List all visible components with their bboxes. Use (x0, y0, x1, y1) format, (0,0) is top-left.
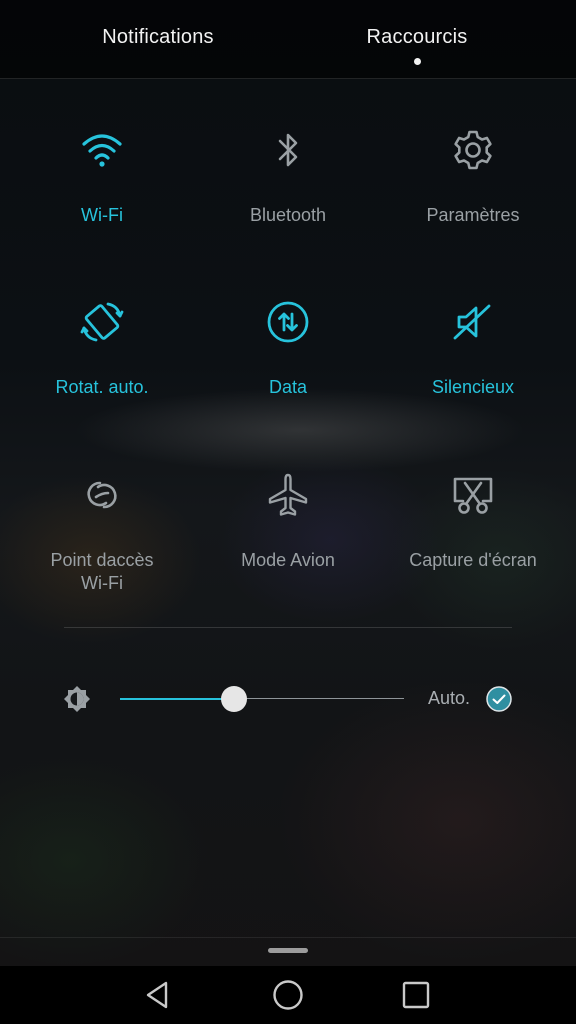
tab-shortcuts[interactable]: Raccourcis (317, 26, 517, 49)
tile-data[interactable]: Data (193, 298, 383, 399)
tile-bluetooth[interactable]: Bluetooth (193, 126, 383, 227)
wifi-icon (82, 134, 122, 167)
tile-silent[interactable]: Silencieux (378, 298, 568, 399)
tile-label: Bluetooth (249, 205, 327, 225)
slider-thumb[interactable] (221, 686, 247, 712)
divider (64, 627, 512, 628)
tile-auto-rotate[interactable]: Rotat. auto. (7, 298, 197, 399)
data-arrows-icon (267, 301, 309, 343)
screenshot-icon (453, 477, 493, 514)
tile-screenshot[interactable]: Capture d'écran (378, 471, 568, 572)
tile-label: Point daccès Wi-Fi (50, 550, 154, 593)
panel-bottom-edge (0, 937, 576, 938)
tile-hotspot[interactable]: Point daccès Wi-Fi (7, 471, 197, 595)
bluetooth-icon (278, 133, 298, 167)
gear-icon (454, 130, 492, 170)
tile-label: Capture d'écran (409, 550, 537, 570)
tile-wifi[interactable]: Wi-Fi (7, 126, 197, 227)
auto-brightness-label: Auto. (428, 688, 471, 708)
tile-label: Silencieux (431, 377, 515, 397)
navigation-bar (0, 966, 576, 1024)
home-icon[interactable] (271, 978, 305, 1012)
auto-rotate-icon (80, 302, 124, 342)
tile-airplane-mode[interactable]: Mode Avion (193, 471, 383, 572)
speaker-muted-icon (453, 304, 491, 340)
auto-brightness-checkbox[interactable] (486, 686, 512, 712)
tile-label: Wi-Fi (81, 205, 123, 225)
tab-selected-indicator (414, 58, 421, 65)
hotspot-icon (87, 481, 117, 509)
tile-label: Paramètres (426, 205, 520, 225)
recent-apps-icon[interactable] (399, 978, 433, 1012)
tab-notifications[interactable]: Notifications (58, 26, 258, 49)
airplane-icon (268, 473, 308, 516)
tile-settings[interactable]: Paramètres (378, 126, 568, 227)
drag-handle[interactable] (268, 948, 308, 953)
slider-fill (120, 698, 234, 700)
back-icon[interactable] (142, 978, 176, 1012)
brightness-slider[interactable] (120, 686, 404, 712)
tile-label: Data (268, 377, 308, 397)
tile-label: Rotat. auto. (55, 377, 149, 397)
brightness-icon (64, 686, 90, 712)
panel-tabs: Notifications Raccourcis (0, 0, 576, 79)
tile-label: Mode Avion (241, 550, 335, 570)
